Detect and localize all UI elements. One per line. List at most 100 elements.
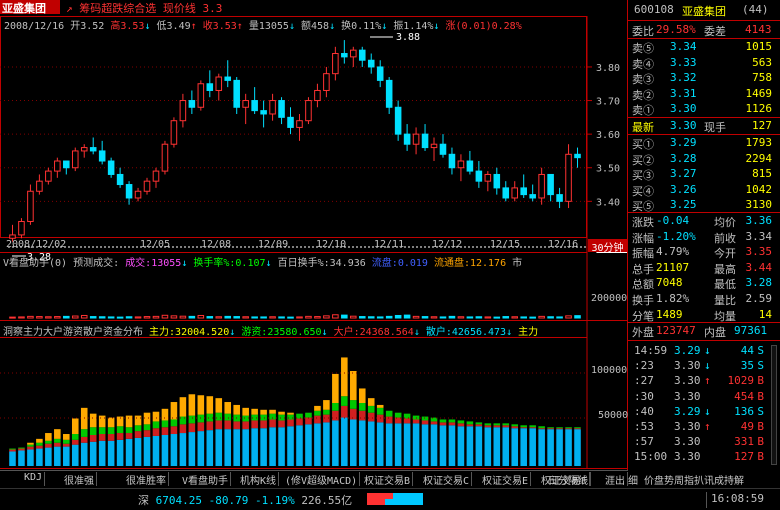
fund-bar-main bbox=[314, 405, 321, 411]
candle-body bbox=[394, 106, 402, 135]
fund-bar-retail bbox=[466, 426, 474, 466]
chart-subtitle: ↗ 筹码超跌综合选 现价线 3.3 bbox=[66, 0, 222, 16]
fund-bar-hot bbox=[287, 414, 294, 420]
tick-volume: 454 bbox=[734, 389, 754, 403]
down-arrow-icon: ↓ bbox=[433, 21, 440, 32]
bid-row[interactable]: 买⑤ 3.25 3130 bbox=[630, 197, 776, 213]
fund-bar-big bbox=[502, 425, 510, 428]
tick-scrollbar[interactable] bbox=[771, 345, 777, 465]
stock-code: 600108 bbox=[634, 3, 674, 16]
fund-bar-hot bbox=[547, 427, 554, 429]
stat-label: 总手 bbox=[632, 262, 654, 276]
volume-bar bbox=[511, 316, 519, 319]
fund-bar-main bbox=[45, 433, 52, 441]
tab-hzsl[interactable]: 很准胜率 bbox=[124, 472, 169, 487]
bid-row[interactable]: 买① 3.29 1793 bbox=[630, 135, 776, 151]
volume-bar bbox=[296, 316, 303, 319]
fund-bar-big bbox=[538, 428, 545, 430]
tick-row: :27 3.30 ↑ 1029 B bbox=[630, 374, 776, 389]
tab-macd[interactable]: (修V超级MACD) bbox=[283, 472, 361, 487]
indicator1-name[interactable]: V看盘助手(0) bbox=[3, 258, 67, 269]
fund-bar-retail bbox=[188, 432, 196, 466]
fund-bar-big bbox=[376, 414, 384, 423]
candle-body bbox=[430, 143, 438, 149]
chart-area[interactable]: 3.88 3.28 3.30 3.803.703.603.503.40 2000… bbox=[0, 0, 628, 470]
fund-bar-big bbox=[484, 425, 492, 428]
volume-bar bbox=[484, 316, 492, 319]
stat-value: -0.04 bbox=[656, 214, 690, 227]
price-tick-label: 3.50 bbox=[596, 164, 620, 175]
volume-bar bbox=[323, 315, 330, 319]
fund-bar-main bbox=[170, 402, 178, 420]
fund-bar-main bbox=[260, 409, 267, 415]
fund-bar-hot bbox=[170, 419, 178, 427]
indicator2-title[interactable]: 洞察主力大户游资散户资金分布 bbox=[3, 327, 143, 338]
bid-volume: 3130 bbox=[745, 198, 773, 212]
fund-bar-big bbox=[350, 408, 357, 420]
bid-row[interactable]: 买③ 3.27 815 bbox=[630, 166, 776, 182]
volume-bar bbox=[260, 316, 267, 319]
candle-body bbox=[18, 220, 25, 236]
ask-price: 3.31 bbox=[670, 86, 697, 100]
tab-yc[interactable]: 涯出 bbox=[603, 472, 628, 487]
tab-qzjy-c[interactable]: 权证交易C bbox=[421, 472, 473, 487]
down-arrow-icon: ↓ bbox=[704, 344, 711, 357]
change-value: 涨(0.01)0.28% bbox=[445, 21, 522, 32]
candle-body bbox=[36, 180, 43, 192]
fund-bar-hot bbox=[215, 412, 223, 421]
volume-bar bbox=[80, 314, 88, 319]
candle-body bbox=[412, 133, 420, 145]
tick-row: :40 3.29 ↓ 136 S bbox=[630, 405, 776, 420]
fund-bar-retail bbox=[305, 424, 312, 466]
ask-row[interactable]: 卖⑤ 3.34 1015 bbox=[630, 39, 776, 55]
tab-jgkx[interactable]: 机构K线 bbox=[238, 472, 280, 487]
tab-kdj[interactable]: KDJ bbox=[22, 472, 46, 486]
volume-bar bbox=[179, 315, 187, 319]
stock-days: (44) bbox=[742, 3, 769, 16]
candle-body bbox=[421, 133, 429, 149]
fund-bar-big bbox=[251, 420, 258, 429]
volume-bar bbox=[367, 316, 375, 319]
stat-value: -1.20% bbox=[656, 229, 696, 243]
right-tabs[interactable]: 细 价盘势周指扒讯成持解 bbox=[628, 472, 780, 486]
amplitude-value: 振1.14% bbox=[393, 21, 434, 32]
fund-bar-retail bbox=[367, 421, 375, 466]
tab-vkp[interactable]: V看盘助手 bbox=[180, 472, 232, 487]
fund-bar-big bbox=[430, 421, 438, 425]
ask-row[interactable]: 卖③ 3.32 758 bbox=[630, 70, 776, 86]
ask-row[interactable]: 卖② 3.31 1469 bbox=[630, 86, 776, 102]
stock-name-badge[interactable]: 亚盛集团 bbox=[0, 0, 60, 15]
volume-bar bbox=[107, 316, 115, 319]
fund-bar-big bbox=[98, 434, 106, 441]
index-change: -80.79 bbox=[208, 494, 249, 507]
tab-hzq[interactable]: 很准强 bbox=[62, 472, 97, 487]
stat-value: 3.44 bbox=[745, 260, 773, 274]
tick-side: B bbox=[757, 450, 764, 464]
fund-bar-retail bbox=[143, 436, 151, 466]
ask-row[interactable]: 卖① 3.30 1126 bbox=[630, 101, 776, 117]
candle-body bbox=[493, 173, 501, 189]
fund-bar-main bbox=[125, 415, 133, 428]
bid-volume: 1793 bbox=[745, 136, 773, 149]
bid-row[interactable]: 买④ 3.26 1042 bbox=[630, 182, 776, 198]
fund-bar-retail bbox=[511, 428, 519, 466]
fund-bar-retail bbox=[457, 426, 465, 466]
tab-rfgx[interactable]: 日分隔线 bbox=[546, 472, 591, 487]
fund-bar-hot bbox=[36, 442, 43, 446]
volume-bar bbox=[493, 316, 501, 319]
volume-bar bbox=[394, 314, 402, 319]
fund-bar-main bbox=[233, 404, 240, 415]
ask-volume: 1015 bbox=[745, 40, 773, 53]
tab-qzjy-e[interactable]: 权证交易E bbox=[480, 472, 532, 487]
index-ticker[interactable]: 深 6704.25 -80.79 -1.19% 226.55亿 bbox=[138, 492, 352, 508]
bid-row[interactable]: 买② 3.28 2294 bbox=[630, 151, 776, 167]
volume-bar bbox=[358, 316, 366, 319]
period-button[interactable]: 30分钟 bbox=[588, 239, 627, 254]
ask-row[interactable]: 卖④ 3.33 563 bbox=[630, 55, 776, 71]
volume-bar bbox=[188, 315, 196, 319]
fund-bar-big bbox=[63, 443, 70, 447]
tab-qzjy-b[interactable]: 权证交易B bbox=[362, 472, 414, 487]
volume-bar bbox=[18, 316, 25, 319]
fund-bar-hot bbox=[188, 415, 196, 424]
candle-body bbox=[251, 100, 258, 112]
